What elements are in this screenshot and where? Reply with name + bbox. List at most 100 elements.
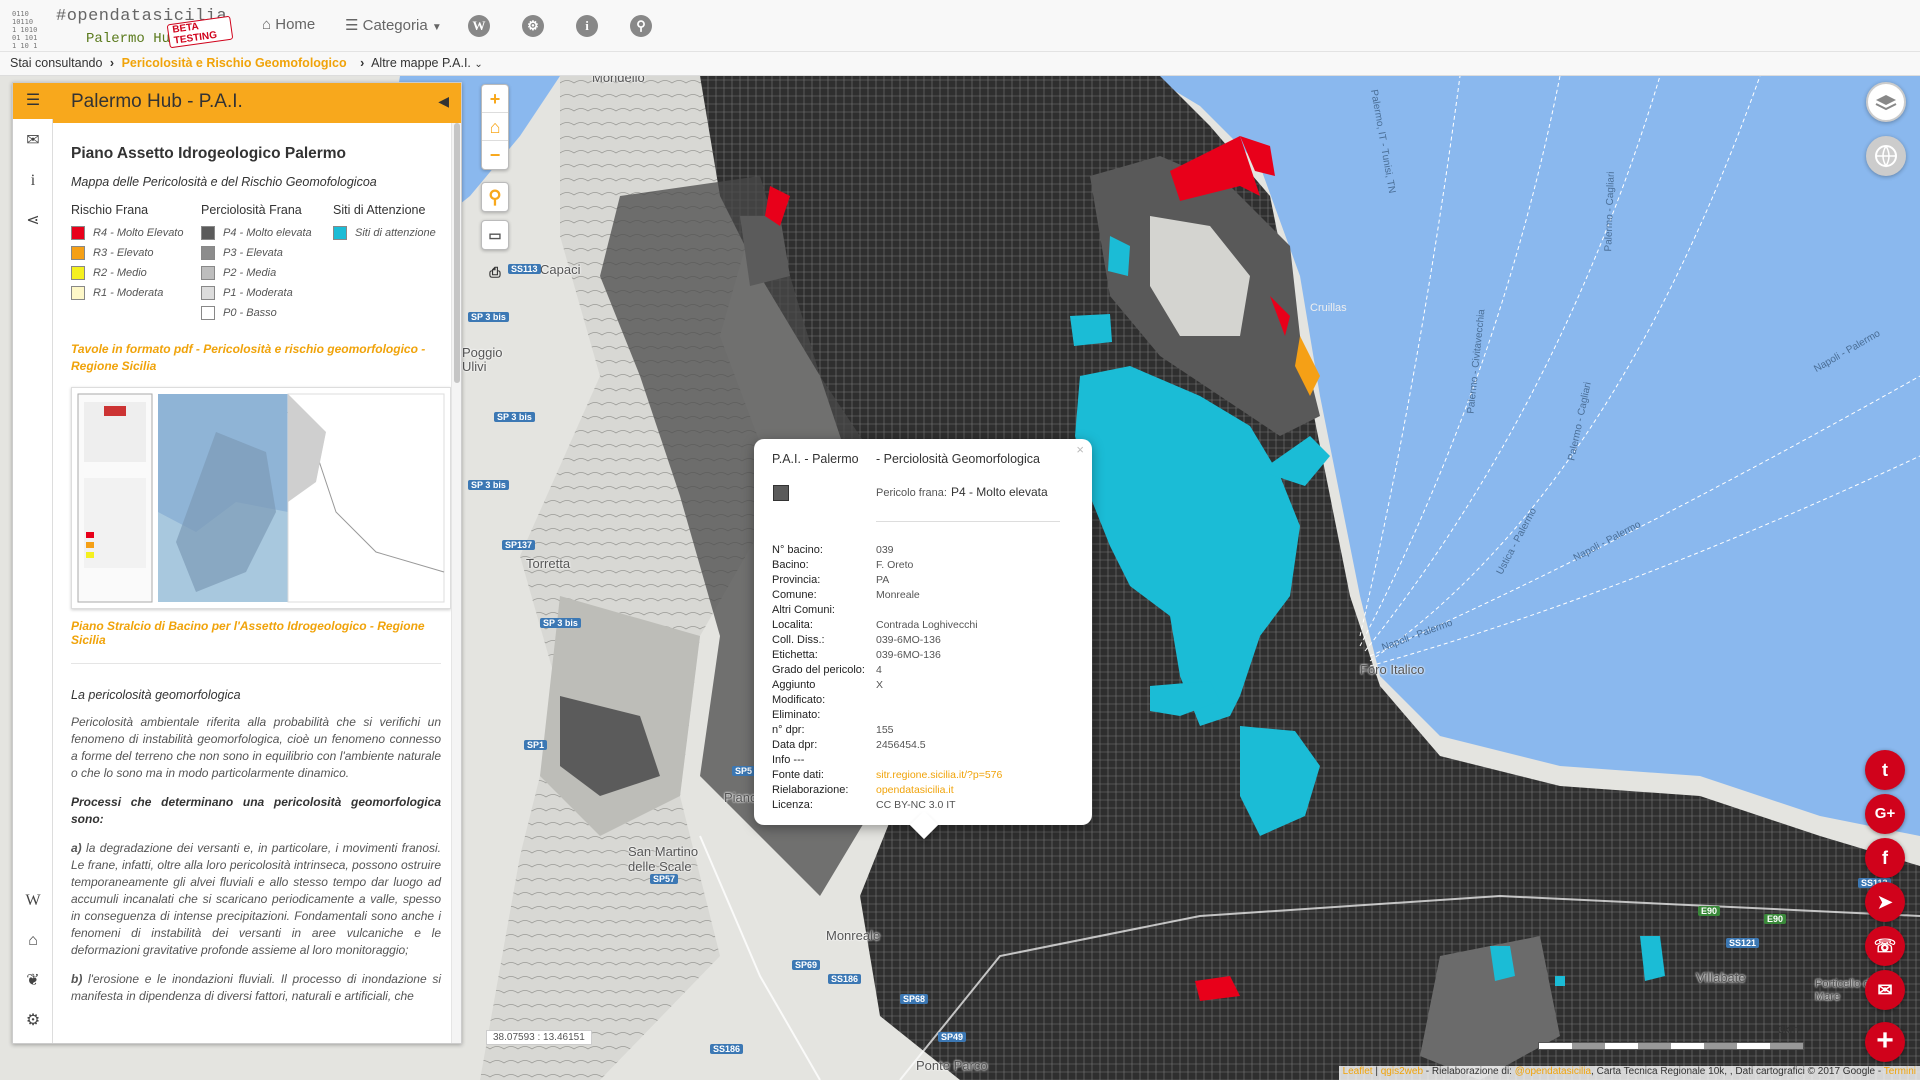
collapse-sidebar-icon[interactable]: ◀ (438, 93, 449, 110)
attribute-row: Altri Comuni: (772, 604, 835, 616)
nav-home[interactable]: ⌂ Home (262, 16, 315, 33)
nav-categoria[interactable]: ☰ Categoria ▼ (345, 16, 442, 34)
rielaborazione-link[interactable]: opendatasicilia.it (876, 784, 954, 799)
breadcrumb-other-maps[interactable]: Altre mappe P.A.I. (371, 56, 471, 70)
process-b-lead: b) (71, 972, 83, 986)
legend-item: P2 - Media (201, 263, 312, 283)
scrollbar-thumb[interactable] (454, 123, 460, 383)
road-shield: E90 (1764, 914, 1787, 924)
facebook-share-button[interactable]: f (1865, 838, 1905, 878)
road-shield: SP5 (732, 766, 756, 776)
pdf-download-link[interactable]: Tavole in formato pdf - Pericolosità e r… (71, 341, 441, 375)
place-label: Ponte Parco (916, 1058, 988, 1073)
settings-icon[interactable]: ⚙ (522, 15, 544, 37)
scale-bar (1538, 1042, 1804, 1050)
search-icon[interactable]: ⚲ (630, 15, 652, 37)
telegram-icon: ➤ (1877, 892, 1893, 912)
place-label: Mondello (592, 76, 645, 85)
breadcrumb-active[interactable]: Pericolosità e Rischio Geomofologico (122, 56, 347, 70)
attribute-row: Data dpr: 2456454.5 (772, 739, 926, 751)
legend-item: P0 - Basso (201, 303, 312, 323)
measure-button[interactable]: ▭ (482, 221, 508, 249)
attribute-row: Provincia: PA (772, 574, 890, 586)
attribute-row: Info --- (772, 754, 805, 766)
road-shield: SS186 (828, 974, 862, 984)
legend-swatch (201, 286, 215, 300)
logo-hub: Palermo Hub (86, 31, 179, 47)
road-shield: SP49 (938, 1032, 967, 1042)
pdf-caption-link[interactable]: Piano Stralcio di Bacino per l'Assetto I… (71, 619, 441, 647)
place-label: Capaci (540, 262, 581, 277)
twitter-share-button[interactable]: t (1865, 750, 1905, 790)
description-paragraph: Pericolosità ambientale riferita alla pr… (71, 715, 441, 780)
legend-heading: Rischio Frana (71, 203, 149, 217)
feature-popup: × P.A.I. - Palermo - Perciolosità Geomor… (754, 439, 1092, 840)
email-share-button[interactable]: ✉ (1865, 970, 1905, 1010)
popup-close-button[interactable]: × (1076, 442, 1084, 457)
place-label: Poggio Ulivi (462, 345, 503, 374)
sidebar-scrollbar[interactable] (451, 123, 461, 1043)
sidebar-content: Piano Assetto Idrogeologico Palermo Mapp… (53, 123, 451, 1043)
ruler-icon: ▭ (488, 227, 502, 243)
legend-swatch (71, 246, 85, 260)
share-tab[interactable]: ⋖ (13, 203, 53, 239)
legend-item: R4 - Molto Elevato (71, 223, 183, 243)
contact-tab[interactable]: ✉ (13, 123, 53, 159)
google-plus-icon: G+ (1874, 805, 1896, 822)
twitter-icon: t (1882, 760, 1888, 780)
fonte-dati-link[interactable]: sitr.regione.sicilia.it/?p=576 (876, 769, 1002, 784)
caret-down-icon: ▼ (431, 22, 442, 33)
locate-button[interactable]: ⚲ (482, 183, 508, 211)
popup-pericolo: Pericolo frana: P4 - Molto elevata (876, 485, 1048, 499)
wikipedia-icon[interactable]: W (468, 15, 490, 37)
terms-link[interactable]: Termini (1884, 1066, 1916, 1077)
menu-tab[interactable]: ☰ (13, 83, 53, 119)
more-share-button[interactable]: + (1865, 1022, 1905, 1062)
settings-tab[interactable]: ⚙ (13, 1003, 53, 1039)
print-control: ⎙ (481, 258, 509, 286)
place-label: Villabate (1696, 970, 1746, 985)
leaf-tab[interactable]: ❦ (13, 963, 53, 999)
measure-control: ▭ (481, 220, 509, 250)
legend-swatch (71, 286, 85, 300)
road-shield: SP 3 bis (468, 480, 509, 490)
popup-legend-swatch (773, 485, 789, 501)
qgis2web-link[interactable]: qgis2web (1381, 1066, 1423, 1077)
building-tab[interactable]: ⌂ (13, 923, 53, 959)
whatsapp-share-button[interactable]: ☏ (1865, 926, 1905, 966)
telegram-share-button[interactable]: ➤ (1865, 882, 1905, 922)
zoom-out-button[interactable]: − (482, 141, 508, 169)
home-icon: ⌂ (262, 16, 272, 33)
mouse-coordinates: 38.07593 : 13.46151 (486, 1030, 592, 1045)
attribute-row: Localita: Contrada Loghivecchi (772, 619, 978, 631)
legend-swatch (201, 266, 215, 280)
zoom-in-button[interactable]: + (482, 85, 508, 113)
breadcrumb-prefix: Stai consultando (10, 56, 103, 70)
road-shield: SP 3 bis (540, 618, 581, 628)
hamburger-icon: ☰ (25, 92, 41, 109)
settings-icon: ⚙ (25, 1012, 41, 1029)
attribute-row: Eliminato: (772, 709, 821, 721)
road-shield: SP137 (502, 540, 536, 550)
attribute-row: Licenza: CC BY-NC 3.0 IT (772, 799, 956, 811)
author-link[interactable]: @opendatasicilia (1515, 1066, 1591, 1077)
road-shield: SP68 (900, 994, 929, 1004)
leaflet-link[interactable]: Leaflet (1343, 1066, 1373, 1077)
legend-item: P1 - Moderata (201, 283, 312, 303)
home-extent-button[interactable]: ⌂ (482, 113, 508, 141)
info-icon[interactable]: i (576, 15, 598, 37)
print-button[interactable]: ⎙ (481, 258, 509, 286)
layers-button[interactable] (1866, 82, 1906, 122)
wikipedia-tab[interactable]: W (13, 883, 53, 919)
google-plus-share-button[interactable]: G+ (1865, 794, 1905, 834)
legend-heading: Perciolosità Frana (201, 203, 302, 217)
pdf-thumbnail[interactable] (71, 387, 451, 609)
legend-heading: Siti di Attenzione (333, 203, 426, 217)
pdf-preview-image (76, 392, 446, 604)
place-label: Foro Italico (1360, 662, 1425, 677)
site-logo[interactable]: 0110 10110 1 1010 01 101 1 10 1 #opendatasic… (12, 4, 234, 50)
wikipedia-icon: W (25, 892, 41, 909)
chevron-down-icon[interactable]: ⌄ (474, 59, 482, 70)
info-tab[interactable]: i (13, 163, 53, 199)
basemap-button[interactable] (1866, 136, 1906, 176)
